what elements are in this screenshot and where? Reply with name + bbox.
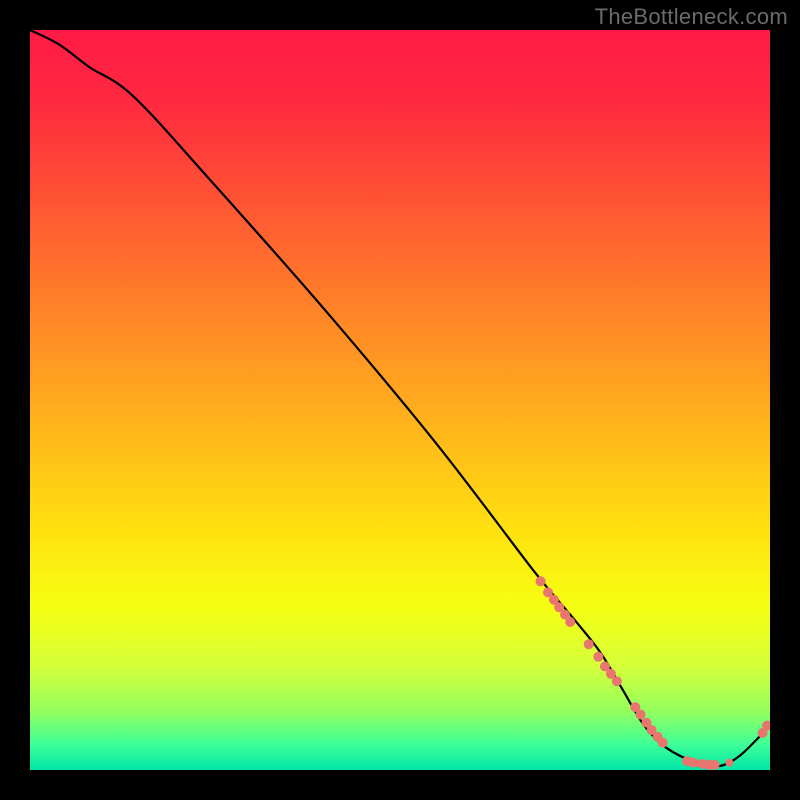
chart-stage: TheBottleneck.com [0, 0, 800, 800]
background-gradient [30, 30, 770, 770]
watermark-text: TheBottleneck.com [595, 4, 788, 30]
plot-area [30, 30, 770, 770]
